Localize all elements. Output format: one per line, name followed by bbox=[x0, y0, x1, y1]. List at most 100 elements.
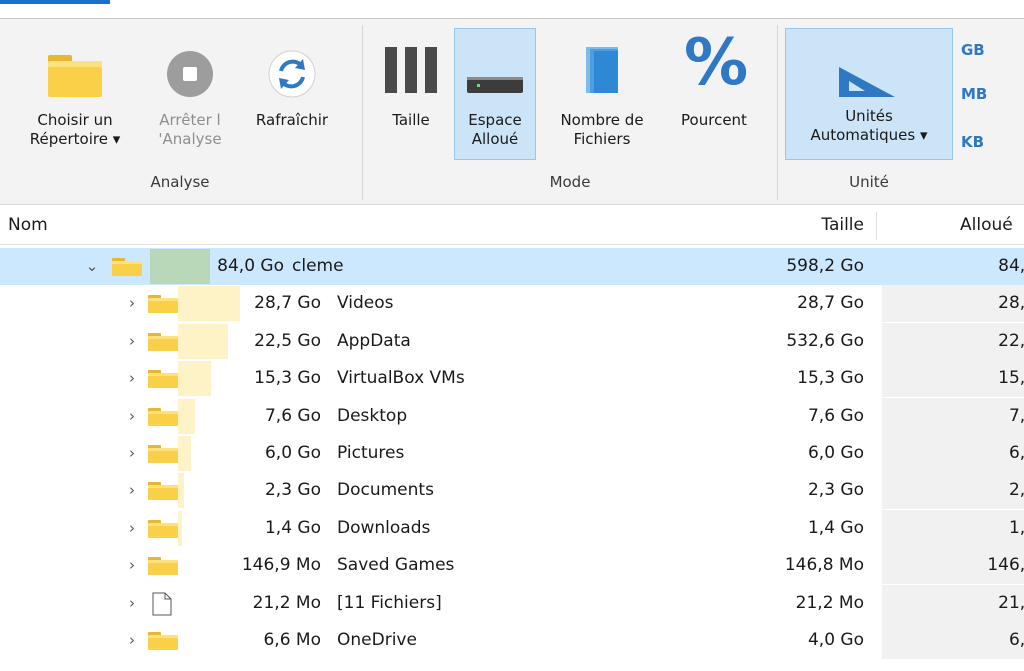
automatic-units-button[interactable]: Unités Automatiques ▾ bbox=[785, 28, 953, 160]
allocated-column-bg bbox=[882, 472, 1024, 509]
unit-kb-button[interactable]: KB bbox=[961, 133, 984, 151]
folder-icon bbox=[48, 55, 102, 97]
expand-chevron-icon[interactable]: › bbox=[124, 547, 140, 584]
expand-chevron-icon[interactable]: › bbox=[124, 285, 140, 322]
table-row[interactable]: ⌄ 84,0 Go cleme 598,2 Go 84,0 bbox=[0, 248, 1024, 285]
unit-mb-button[interactable]: MB bbox=[961, 85, 987, 103]
folder-size: 84,0 Go bbox=[217, 256, 284, 276]
table-row[interactable]: › 1,4 Go Downloads 1,4 Go 1,4 bbox=[0, 510, 1024, 547]
expand-chevron-icon[interactable]: › bbox=[124, 510, 140, 547]
table-row[interactable]: › 2,3 Go Documents 2,3 Go 2,3 bbox=[0, 472, 1024, 509]
unit-gb-button[interactable]: GB bbox=[961, 41, 985, 59]
folder-icon bbox=[112, 258, 142, 276]
total-size: 21,2 Mo bbox=[795, 593, 864, 613]
size-proportion-bar bbox=[178, 436, 191, 471]
column-header-size[interactable]: Taille bbox=[760, 206, 864, 244]
expand-chevron-icon[interactable]: › bbox=[124, 472, 140, 509]
allocated-space-mode-button[interactable]: Espace Alloué bbox=[454, 28, 536, 160]
collapse-chevron-icon[interactable]: ⌄ bbox=[84, 248, 100, 285]
size-proportion-bar bbox=[178, 399, 195, 434]
expand-chevron-icon[interactable]: › bbox=[124, 622, 140, 659]
table-row[interactable]: › 22,5 Go AppData 532,6 Go 22,5 bbox=[0, 323, 1024, 360]
allocated-size: 6,0 bbox=[1008, 443, 1024, 463]
allocated-column-bg bbox=[882, 398, 1024, 435]
choose-directory-button[interactable]: Choisir un Répertoire ▾ bbox=[10, 25, 140, 165]
ribbon-group-analyse: Choisir un Répertoire ▾ Arrêter l 'Analy… bbox=[0, 19, 360, 204]
group-separator bbox=[362, 25, 363, 200]
item-name[interactable]: Downloads bbox=[337, 510, 430, 547]
expand-chevron-icon[interactable]: › bbox=[124, 323, 140, 360]
size-mode-button[interactable]: Taille bbox=[376, 25, 446, 165]
table-row[interactable]: › 146,9 Mo Saved Games 146,8 Mo 146,9 bbox=[0, 547, 1024, 584]
item-name[interactable]: Videos bbox=[337, 285, 394, 322]
folder-icon bbox=[148, 445, 178, 463]
table-row[interactable]: › 21,2 Mo [11 Fichiers] 21,2 Mo 21,2 bbox=[0, 585, 1024, 622]
folder-icon bbox=[148, 370, 178, 388]
item-name[interactable]: Documents bbox=[337, 472, 434, 509]
item-name[interactable]: [11 Fichiers] bbox=[337, 585, 442, 622]
item-name[interactable]: VirtualBox VMs bbox=[337, 360, 465, 397]
allocated-space-label-1: Espace bbox=[468, 111, 522, 129]
group-separator bbox=[777, 25, 778, 200]
allocated-size: 28,7 bbox=[998, 293, 1024, 313]
group-label-unit: Unité bbox=[849, 173, 889, 191]
table-row[interactable]: › 6,6 Mo OneDrive 4,0 Go 6,6 bbox=[0, 622, 1024, 659]
file-count-label-2: Fichiers bbox=[573, 130, 631, 148]
total-size: 4,0 Go bbox=[807, 630, 864, 650]
table-row[interactable]: › 6,0 Go Pictures 6,0 Go 6,0 bbox=[0, 435, 1024, 472]
ribbon-toolbar: Choisir un Répertoire ▾ Arrêter l 'Analy… bbox=[0, 19, 1024, 205]
automatic-units-label-2: Automatiques ▾ bbox=[810, 126, 928, 144]
expand-chevron-icon[interactable]: › bbox=[124, 435, 140, 472]
allocated-size: 22,5 bbox=[998, 331, 1024, 351]
hard-drive-icon bbox=[467, 77, 523, 93]
table-row[interactable]: › 28,7 Go Videos 28,7 Go 28,7 bbox=[0, 285, 1024, 322]
stop-icon bbox=[167, 51, 213, 97]
folder-icon bbox=[148, 632, 178, 650]
tree-header: Nom Taille Alloué bbox=[0, 206, 1024, 245]
item-name[interactable]: Saved Games bbox=[337, 547, 454, 584]
column-header-name[interactable]: Nom bbox=[8, 206, 48, 244]
active-tab-indicator bbox=[0, 0, 110, 4]
item-name[interactable]: cleme bbox=[292, 248, 344, 285]
allocated-size: 146,9 bbox=[987, 555, 1024, 575]
table-row[interactable]: › 15,3 Go VirtualBox VMs 15,3 Go 15,3 bbox=[0, 360, 1024, 397]
expand-chevron-icon[interactable]: › bbox=[124, 585, 140, 622]
allocated-column-bg bbox=[882, 435, 1024, 472]
total-size: 6,0 Go bbox=[807, 443, 864, 463]
folder-size: 146,9 Mo bbox=[241, 555, 321, 575]
refresh-icon bbox=[268, 50, 316, 98]
folder-icon bbox=[148, 557, 178, 575]
item-name[interactable]: Desktop bbox=[337, 398, 407, 435]
refresh-label: Rafraîchir bbox=[255, 111, 329, 129]
total-size: 1,4 Go bbox=[807, 518, 864, 538]
item-name[interactable]: Pictures bbox=[337, 435, 404, 472]
folder-size: 22,5 Go bbox=[254, 331, 321, 351]
expand-chevron-icon[interactable]: › bbox=[124, 398, 140, 435]
item-name[interactable]: AppData bbox=[337, 323, 411, 360]
file-count-mode-button[interactable]: Nombre de Fichiers bbox=[540, 25, 664, 165]
allocated-size: 21,2 bbox=[998, 593, 1024, 613]
allocated-size: 84,0 bbox=[998, 256, 1024, 276]
total-size: 532,6 Go bbox=[786, 331, 864, 351]
percent-icon: % bbox=[684, 26, 749, 100]
allocated-size: 6,6 bbox=[1008, 630, 1024, 650]
stop-analysis-label-1: Arrêter l bbox=[159, 111, 221, 129]
column-separator[interactable] bbox=[876, 212, 877, 240]
total-size: 2,3 Go bbox=[807, 480, 864, 500]
folder-size: 15,3 Go bbox=[254, 368, 321, 388]
choose-directory-label-1: Choisir un bbox=[37, 111, 113, 129]
size-proportion-bar bbox=[178, 473, 184, 508]
percent-mode-button[interactable]: % Pourcent bbox=[666, 25, 762, 165]
files-icon bbox=[586, 47, 618, 93]
size-proportion-bar bbox=[178, 511, 182, 546]
item-name[interactable]: OneDrive bbox=[337, 622, 417, 659]
stop-analysis-label-2: 'Analyse bbox=[158, 130, 222, 148]
column-header-allocated[interactable]: Alloué bbox=[960, 206, 1024, 244]
folder-size: 1,4 Go bbox=[264, 518, 321, 538]
stop-analysis-button[interactable]: Arrêter l 'Analyse bbox=[142, 25, 238, 165]
allocated-size: 15,3 bbox=[998, 368, 1024, 388]
table-row[interactable]: › 7,6 Go Desktop 7,6 Go 7,6 bbox=[0, 398, 1024, 435]
refresh-button[interactable]: Rafraîchir bbox=[240, 25, 344, 165]
folder-size: 2,3 Go bbox=[264, 480, 321, 500]
expand-chevron-icon[interactable]: › bbox=[124, 360, 140, 397]
